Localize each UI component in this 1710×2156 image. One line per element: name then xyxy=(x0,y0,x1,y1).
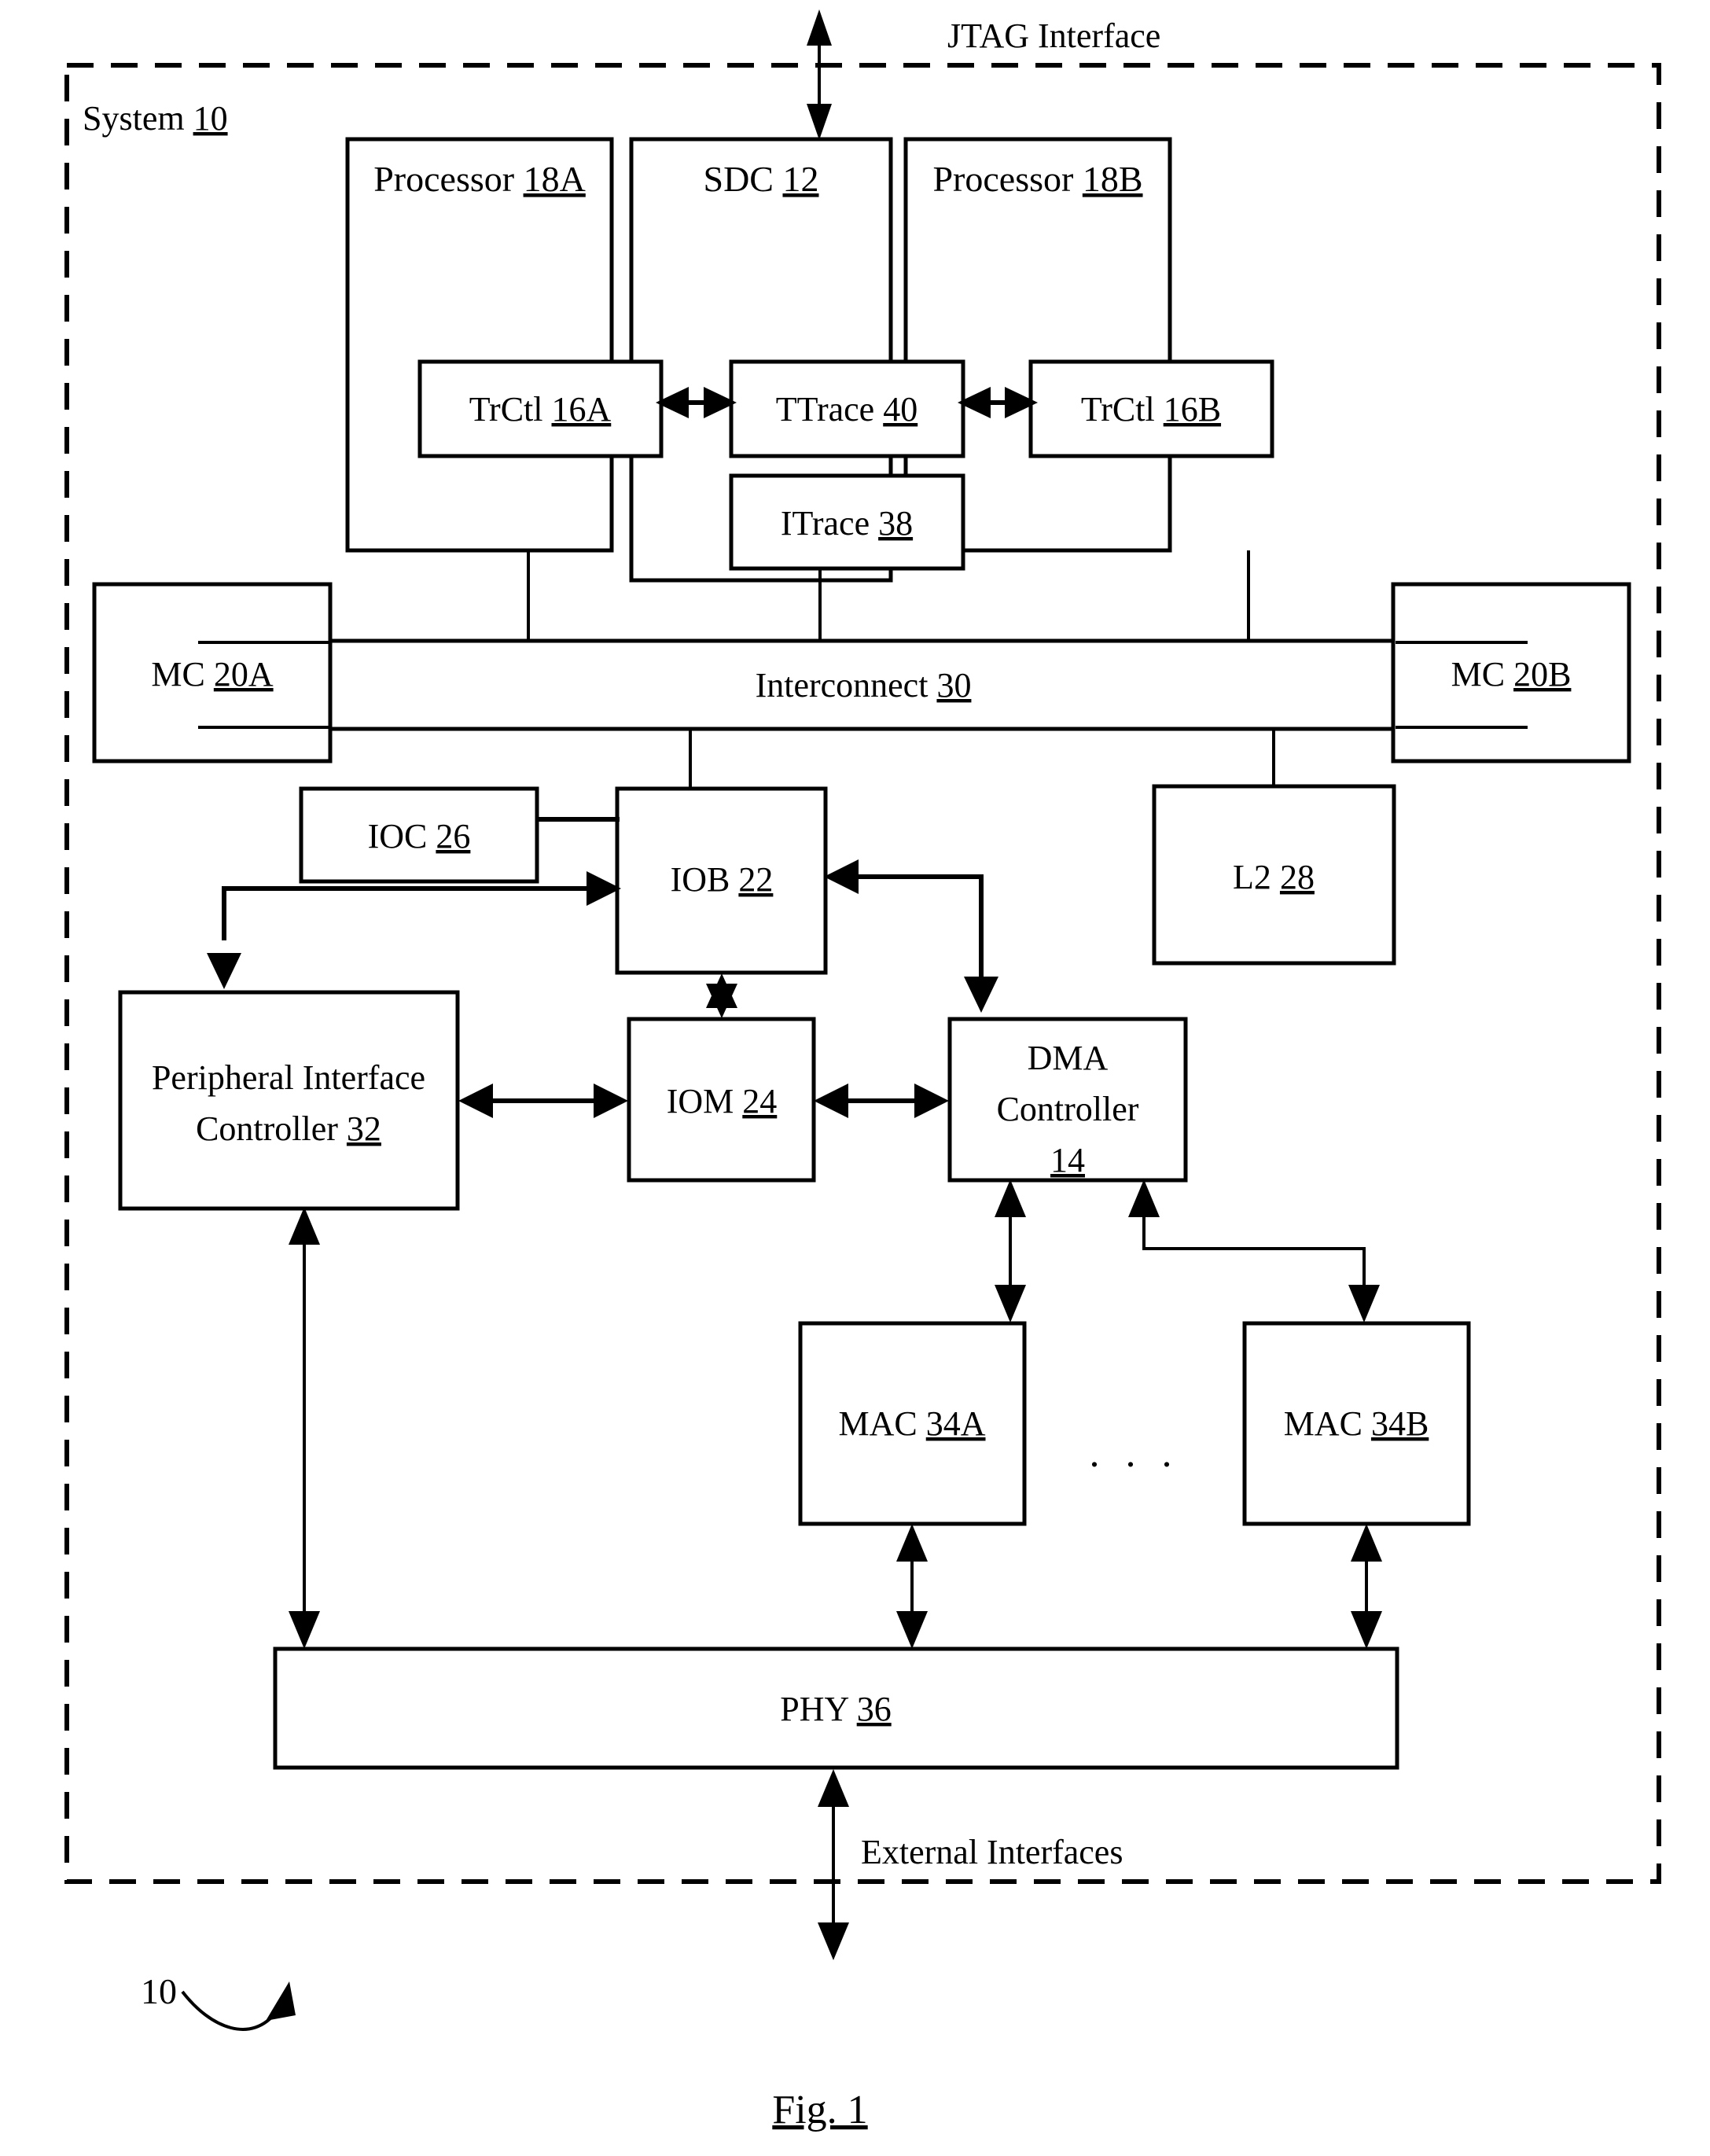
system-label: System 10 xyxy=(83,99,228,138)
label-dma-line2: Controller xyxy=(997,1090,1139,1128)
arrowhead-iob-from-dma xyxy=(824,859,859,894)
dma-mac-b-path xyxy=(1142,1195,1366,1305)
label-iob-22: IOB 22 xyxy=(671,860,774,899)
label-mac-34a: MAC 34A xyxy=(838,1404,985,1443)
mac-ellipsis: . . . xyxy=(1090,1431,1180,1476)
arrowhead-external-up xyxy=(818,1769,849,1807)
label-pic-line2: Controller 32 xyxy=(196,1109,381,1148)
figure-caption: Fig. 1 xyxy=(772,2088,867,2132)
label-mc-20a: MC 20A xyxy=(151,655,273,694)
label-sdc-12: SDC 12 xyxy=(704,159,819,199)
arrowhead-iom-right xyxy=(814,1084,848,1118)
arrowhead-dma-bottom-a xyxy=(995,1179,1026,1217)
label-mac-34b: MAC 34B xyxy=(1284,1404,1429,1443)
pic-to-iob-path xyxy=(222,886,598,940)
label-processor-18a: Processor 18A xyxy=(373,159,586,199)
jtag-arrowhead-down xyxy=(807,104,832,140)
label-trctl-16a: TrCtl 16A xyxy=(469,390,612,429)
label-ioc-26: IOC 26 xyxy=(368,817,471,855)
arrowhead-phy-from-pic xyxy=(289,1611,320,1649)
arrowhead-phy-from-mac-a xyxy=(896,1611,928,1649)
arrowhead-external-down xyxy=(818,1922,849,1960)
jtag-interface-label: JTAG Interface xyxy=(947,17,1160,55)
arrowhead-dma-left xyxy=(914,1084,949,1118)
label-pic-line1: Peripheral Interface xyxy=(152,1058,425,1097)
label-iom-24: IOM 24 xyxy=(667,1082,778,1120)
reference-callout-10: 10 xyxy=(141,1971,177,2011)
callout-arrowhead xyxy=(266,1981,296,2021)
label-dma-line1: DMA xyxy=(1028,1039,1109,1077)
arrowhead-mac-a-bottom xyxy=(896,1524,928,1562)
arrowhead-pic-down xyxy=(207,953,241,989)
arrowhead-mac-b-top xyxy=(1348,1285,1380,1323)
arrowhead-phy-from-mac-b xyxy=(1351,1611,1382,1649)
label-interconnect-30: Interconnect 30 xyxy=(756,666,972,705)
arrowhead-mac-b-bottom xyxy=(1351,1524,1382,1562)
label-itrace-38: ITrace 38 xyxy=(781,504,913,543)
arrowhead-dma-down xyxy=(964,977,998,1013)
label-l2-28: L2 28 xyxy=(1233,858,1315,896)
label-mc-20b: MC 20B xyxy=(1451,655,1572,694)
block-processor-18a[interactable] xyxy=(345,137,614,553)
label-dma-number: 14 xyxy=(1050,1141,1085,1179)
label-trctl-16b: TrCtl 16B xyxy=(1081,390,1221,429)
label-processor-18b: Processor 18B xyxy=(932,159,1142,199)
label-phy-36: PHY 36 xyxy=(780,1690,891,1728)
arrowhead-iom-left xyxy=(594,1084,628,1118)
dma-to-iob-path xyxy=(848,874,984,995)
patent-figure-1: . . . System 10 JTAG Interface Processor… xyxy=(64,9,1661,2132)
block-pic-outline xyxy=(118,990,460,1211)
arrowhead-mac-a-top xyxy=(995,1285,1026,1323)
external-interfaces-label: External Interfaces xyxy=(861,1833,1123,1871)
label-ttrace-40: TTrace 40 xyxy=(776,390,918,429)
arrowhead-dma-bottom-b xyxy=(1128,1179,1160,1217)
callout-curve xyxy=(181,1990,278,2031)
arrowhead-pic-right xyxy=(458,1084,493,1118)
arrowhead-pic-bottom-up xyxy=(289,1207,320,1245)
jtag-arrowhead-up xyxy=(807,9,832,46)
